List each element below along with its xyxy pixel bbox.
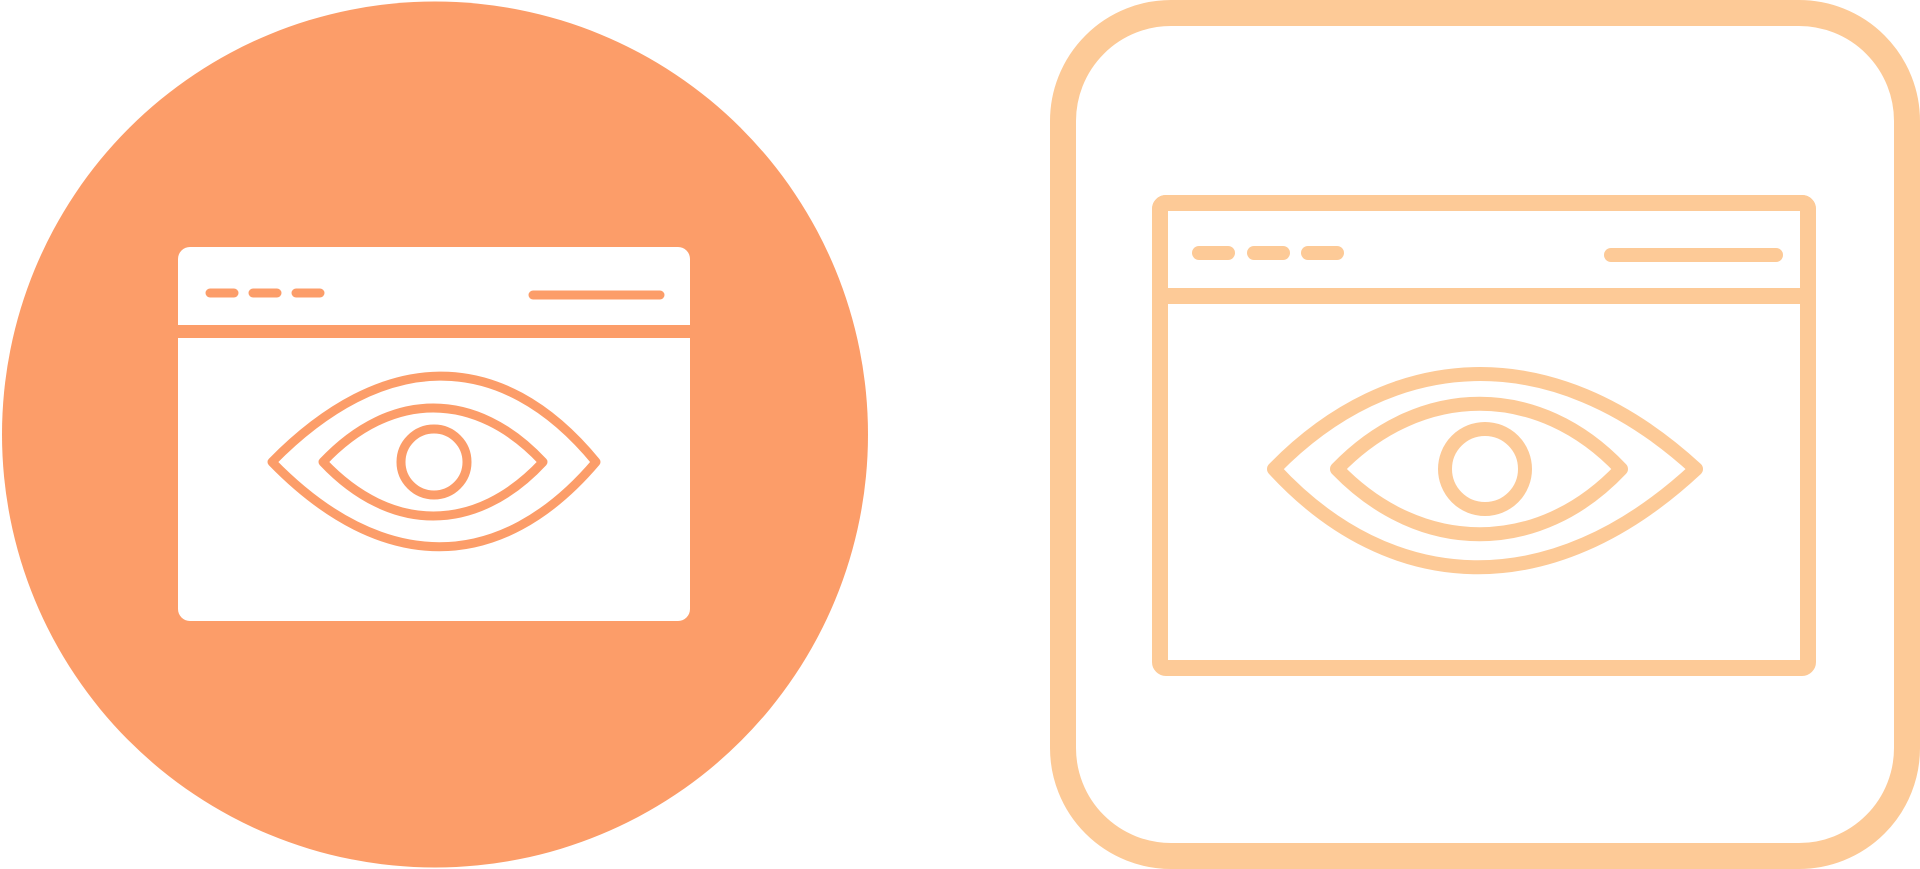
eye-icon [1267, 367, 1703, 575]
eye-pupil [1438, 422, 1532, 516]
browser-header-divider [178, 325, 690, 338]
browser-eye-icon-filled [2, 1, 868, 868]
browser-eye-icon-outline [1050, 0, 1920, 869]
browser-window [178, 247, 690, 621]
icon-set [0, 0, 1920, 869]
